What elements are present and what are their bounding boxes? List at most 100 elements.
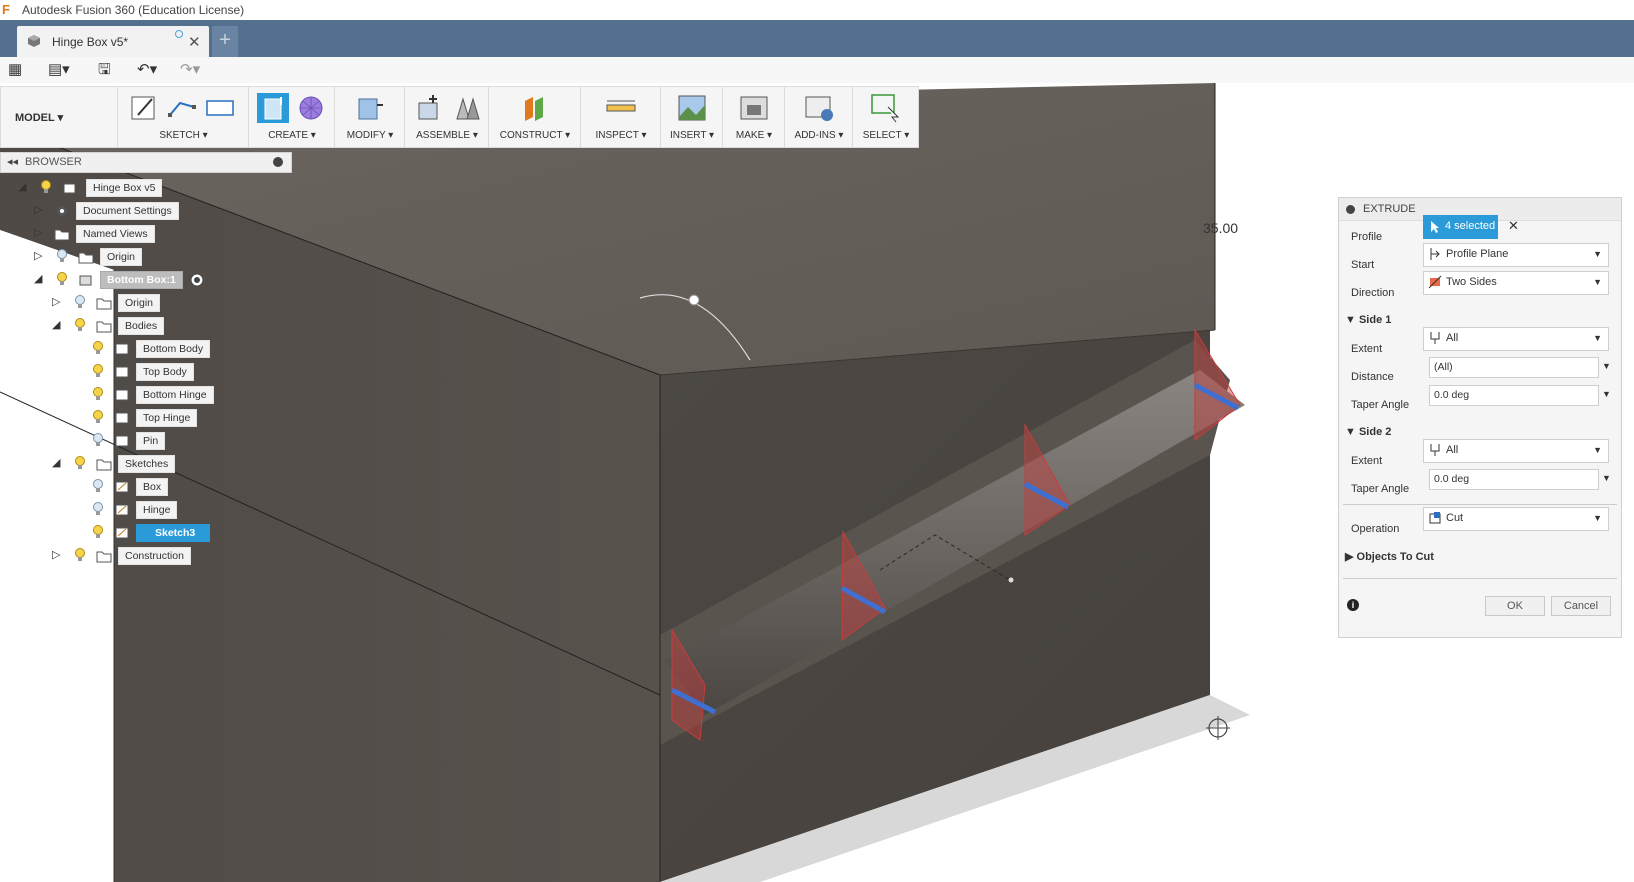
tree-node-label[interactable]: Pin bbox=[136, 432, 166, 450]
line-icon[interactable] bbox=[166, 93, 198, 123]
select-icon[interactable] bbox=[870, 93, 902, 123]
collapse-browser-icon[interactable]: ◂◂ bbox=[7, 155, 18, 168]
expand-icon[interactable]: ◢ bbox=[18, 180, 26, 193]
expand-icon[interactable]: ▷ bbox=[52, 295, 60, 308]
taper1-input[interactable]: 0.0 deg bbox=[1429, 385, 1599, 406]
form-icon[interactable] bbox=[295, 93, 327, 123]
visibility-bulb-off-icon[interactable] bbox=[92, 433, 104, 447]
dialog-collapse-icon[interactable] bbox=[1346, 205, 1355, 214]
visibility-bulb-icon[interactable] bbox=[92, 341, 104, 355]
tree-node-label[interactable]: Origin bbox=[100, 248, 143, 266]
expand-icon[interactable]: ▷ bbox=[34, 203, 42, 216]
visibility-bulb-icon[interactable] bbox=[92, 410, 104, 424]
assemble-group[interactable]: ASSEMBLE ▾ bbox=[404, 87, 489, 147]
file-menu-icon[interactable]: ▤▾ bbox=[48, 60, 70, 80]
clear-selection-icon[interactable]: ✕ bbox=[1508, 218, 1519, 234]
construct-group-label[interactable]: CONSTRUCT ▾ bbox=[489, 130, 581, 141]
visibility-bulb-off-icon[interactable] bbox=[92, 479, 104, 493]
rectangle-icon[interactable] bbox=[204, 93, 236, 123]
side2-extent-dropdown[interactable]: All ▼ bbox=[1423, 439, 1609, 463]
manipulator-handle[interactable] bbox=[688, 294, 700, 306]
tree-node-label-selected[interactable]: Sketch3 bbox=[136, 524, 211, 542]
activate-radio-icon[interactable] bbox=[190, 273, 204, 287]
tree-node-label[interactable]: Hinge bbox=[136, 501, 178, 519]
scripts-addins-icon[interactable] bbox=[803, 93, 835, 123]
tree-node-label[interactable]: Top Body bbox=[136, 363, 194, 381]
tree-node-label[interactable]: Bodies bbox=[118, 317, 165, 335]
profile-select-button[interactable]: 4 selected bbox=[1423, 215, 1498, 239]
tree-node-label[interactable]: Origin bbox=[118, 294, 161, 312]
objects-to-cut-section[interactable]: ▶ Objects To Cut bbox=[1345, 550, 1434, 563]
new-component-icon[interactable] bbox=[413, 93, 445, 123]
side1-extent-dropdown[interactable]: All ▼ bbox=[1423, 327, 1609, 351]
close-tab-icon[interactable]: ✕ bbox=[188, 33, 201, 51]
info-icon[interactable]: i bbox=[1347, 599, 1359, 611]
tree-node-label[interactable]: Bottom Box:1 bbox=[100, 271, 183, 289]
sketch-group-label[interactable]: SKETCH ▾ bbox=[118, 130, 249, 141]
collapse-icon[interactable]: ◢ bbox=[52, 456, 60, 469]
undo-icon[interactable]: ↶▾ bbox=[137, 60, 157, 80]
visibility-bulb-icon[interactable] bbox=[92, 387, 104, 401]
expand-icon[interactable]: ▷ bbox=[34, 226, 42, 239]
cancel-button[interactable]: Cancel bbox=[1551, 596, 1611, 616]
ok-button[interactable]: OK bbox=[1485, 596, 1545, 616]
sketch-group[interactable]: SKETCH ▾ bbox=[117, 87, 249, 147]
dimension-label[interactable]: 35.00 bbox=[1203, 220, 1238, 236]
assemble-group-label[interactable]: ASSEMBLE ▾ bbox=[405, 130, 489, 141]
expand-icon[interactable]: ▷ bbox=[52, 548, 60, 561]
insert-group[interactable]: INSERT ▾ bbox=[660, 87, 723, 147]
inspect-group-label[interactable]: INSPECT ▾ bbox=[581, 130, 661, 141]
collapse-icon[interactable]: ◢ bbox=[52, 318, 60, 331]
tree-node-label[interactable]: Bottom Body bbox=[136, 340, 211, 358]
add-ins-group[interactable]: ADD-INS ▾ bbox=[784, 87, 853, 147]
visibility-bulb-off-icon[interactable] bbox=[74, 295, 86, 309]
tree-node-label[interactable]: Sketches bbox=[118, 455, 176, 473]
measure-icon[interactable] bbox=[605, 93, 637, 123]
tree-node-label[interactable]: Construction bbox=[118, 547, 191, 565]
add-ins-group-label[interactable]: ADD-INS ▾ bbox=[785, 130, 853, 141]
taper1-dropdown-icon[interactable]: ▼ bbox=[1602, 389, 1611, 399]
visibility-bulb-icon[interactable] bbox=[74, 548, 86, 562]
tree-node-label[interactable]: Bottom Hinge bbox=[136, 386, 214, 404]
save-icon[interactable]: 🖫 bbox=[98, 60, 111, 80]
collapse-icon[interactable]: ◢ bbox=[34, 272, 42, 285]
data-panel-grid-icon[interactable]: ▦ bbox=[8, 60, 22, 80]
tree-node-label[interactable]: Hinge Box v5 bbox=[86, 179, 163, 197]
direction-dropdown[interactable]: Two Sides ▼ bbox=[1423, 271, 1609, 295]
create-sketch-icon[interactable] bbox=[128, 93, 160, 123]
visibility-bulb-off-icon[interactable] bbox=[92, 502, 104, 516]
tree-node-label[interactable]: Box bbox=[136, 478, 169, 496]
press-pull-icon[interactable] bbox=[353, 93, 385, 123]
make-group-label[interactable]: MAKE ▾ bbox=[723, 130, 785, 141]
side2-section-header[interactable]: ▼ Side 2 bbox=[1345, 426, 1391, 438]
select-group[interactable]: SELECT ▾ bbox=[852, 87, 919, 147]
create-group-label[interactable]: CREATE ▾ bbox=[249, 130, 335, 141]
distance-input[interactable]: (All) bbox=[1429, 357, 1599, 378]
document-tab[interactable]: Hinge Box v5* ✕ bbox=[17, 26, 209, 57]
inspect-group[interactable]: INSPECT ▾ bbox=[580, 87, 661, 147]
side1-section-header[interactable]: ▼ Side 1 bbox=[1345, 314, 1391, 326]
tree-node-label[interactable]: Document Settings bbox=[76, 202, 179, 220]
3d-print-icon[interactable] bbox=[738, 93, 770, 123]
insert-image-icon[interactable] bbox=[676, 93, 708, 123]
workspace-mode-dropdown[interactable]: MODEL ▾ bbox=[15, 111, 63, 124]
taper2-dropdown-icon[interactable]: ▼ bbox=[1602, 473, 1611, 483]
modify-group-label[interactable]: MODIFY ▾ bbox=[335, 130, 405, 141]
create-group[interactable]: CREATE ▾ bbox=[248, 87, 335, 147]
insert-group-label[interactable]: INSERT ▾ bbox=[661, 130, 723, 141]
redo-icon[interactable]: ↷▾ bbox=[180, 60, 200, 80]
extrude-icon[interactable] bbox=[257, 93, 289, 123]
tree-node-label[interactable]: Named Views bbox=[76, 225, 155, 243]
visibility-bulb-off-icon[interactable] bbox=[56, 249, 68, 263]
construct-group[interactable]: CONSTRUCT ▾ bbox=[488, 87, 581, 147]
visibility-bulb-icon[interactable] bbox=[74, 318, 86, 332]
modify-group[interactable]: MODIFY ▾ bbox=[334, 87, 405, 147]
browser-panel-header[interactable]: ◂◂ BROWSER bbox=[0, 152, 292, 173]
visibility-bulb-icon[interactable] bbox=[74, 456, 86, 470]
start-dropdown[interactable]: Profile Plane ▼ bbox=[1423, 243, 1609, 267]
browser-pin-icon[interactable] bbox=[273, 157, 283, 167]
visibility-bulb-icon[interactable] bbox=[92, 364, 104, 378]
visibility-bulb-icon[interactable] bbox=[92, 525, 104, 539]
visibility-bulb-icon[interactable] bbox=[56, 272, 68, 286]
make-group[interactable]: MAKE ▾ bbox=[722, 87, 785, 147]
